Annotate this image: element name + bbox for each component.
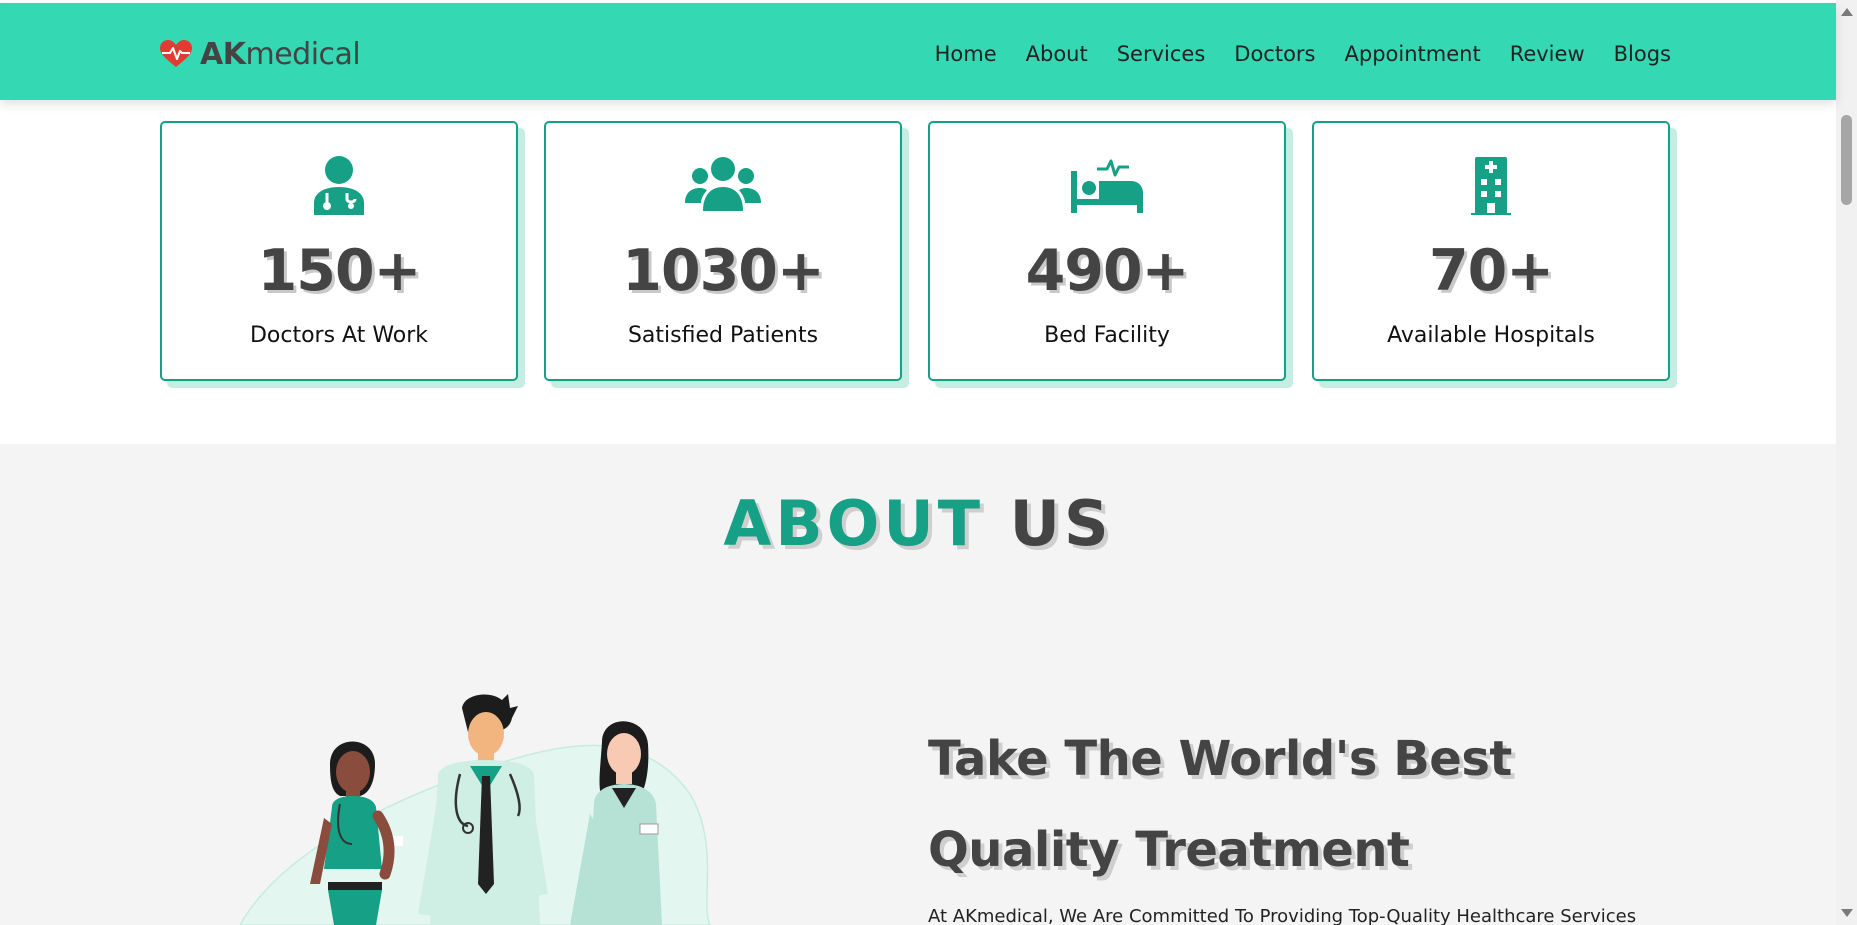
doctor-icon <box>162 155 516 215</box>
brand-name-rest: medical <box>245 36 361 72</box>
about-title: Take The World's Best Quality Treatment <box>928 714 1748 896</box>
about-description: At AKmedical, We Are Committed To Provid… <box>928 906 1637 925</box>
stat-value: 1030+ <box>622 238 824 304</box>
stat-card-beds: 490+ Bed Facility <box>928 121 1286 381</box>
users-icon <box>546 155 900 215</box>
brand-name: AKmedical <box>200 36 361 72</box>
nav-blogs[interactable]: Blogs <box>1614 39 1671 69</box>
about-title-line1: Take The World's Best <box>928 731 1512 787</box>
stat-label: Bed Facility <box>1044 323 1170 348</box>
page-scrollbar[interactable] <box>1836 0 1857 925</box>
about-title-line2: Quality Treatment <box>928 822 1410 878</box>
scroll-down-arrow-icon[interactable] <box>1841 909 1853 917</box>
nav-services[interactable]: Services <box>1117 39 1206 69</box>
doctors-illustration <box>240 694 711 925</box>
stat-label: Available Hospitals <box>1387 323 1595 348</box>
stat-card-patients: 1030+ Satisfied Patients <box>544 121 902 381</box>
header: AKmedical Home About Services Doctors Ap… <box>0 3 1836 100</box>
brand-logo[interactable]: AKmedical <box>160 36 361 72</box>
main-nav: Home About Services Doctors Appointment … <box>906 39 1671 69</box>
stat-label: Satisfied Patients <box>627 323 819 348</box>
scrollbar-thumb[interactable] <box>1841 115 1852 205</box>
nav-doctors[interactable]: Doctors <box>1234 39 1315 69</box>
stat-label: Doctors At Work <box>249 323 429 348</box>
about-heading-rest: US <box>1009 487 1113 560</box>
about-heading: ABOUT US <box>0 484 1836 564</box>
stat-value: 150+ <box>257 238 422 304</box>
page: AKmedical Home About Services Doctors Ap… <box>0 0 1857 925</box>
doctor-figure-center <box>418 694 548 925</box>
stat-value: 490+ <box>1025 238 1190 304</box>
stat-value: 70+ <box>1428 238 1554 304</box>
nav-home[interactable]: Home <box>935 39 997 69</box>
stat-card-hospitals: 70+ Available Hospitals <box>1312 121 1670 381</box>
scroll-up-arrow-icon[interactable] <box>1841 8 1853 16</box>
about-section: ABOUT US Take The World's Best Quality T… <box>0 444 1836 925</box>
stat-card-doctors: 150+ Doctors At Work <box>160 121 518 381</box>
brand-name-bold: AK <box>200 36 246 72</box>
nav-appointment[interactable]: Appointment <box>1345 39 1481 69</box>
stats-section: 150+ Doctors At Work 1030+ Satisfied Pat… <box>160 121 1671 381</box>
nav-review[interactable]: Review <box>1510 39 1585 69</box>
hospital-icon <box>1314 155 1668 215</box>
nav-about[interactable]: About <box>1026 39 1088 69</box>
about-heading-accent: ABOUT <box>723 487 984 560</box>
bed-icon <box>930 155 1284 215</box>
heartbeat-icon <box>160 40 192 67</box>
